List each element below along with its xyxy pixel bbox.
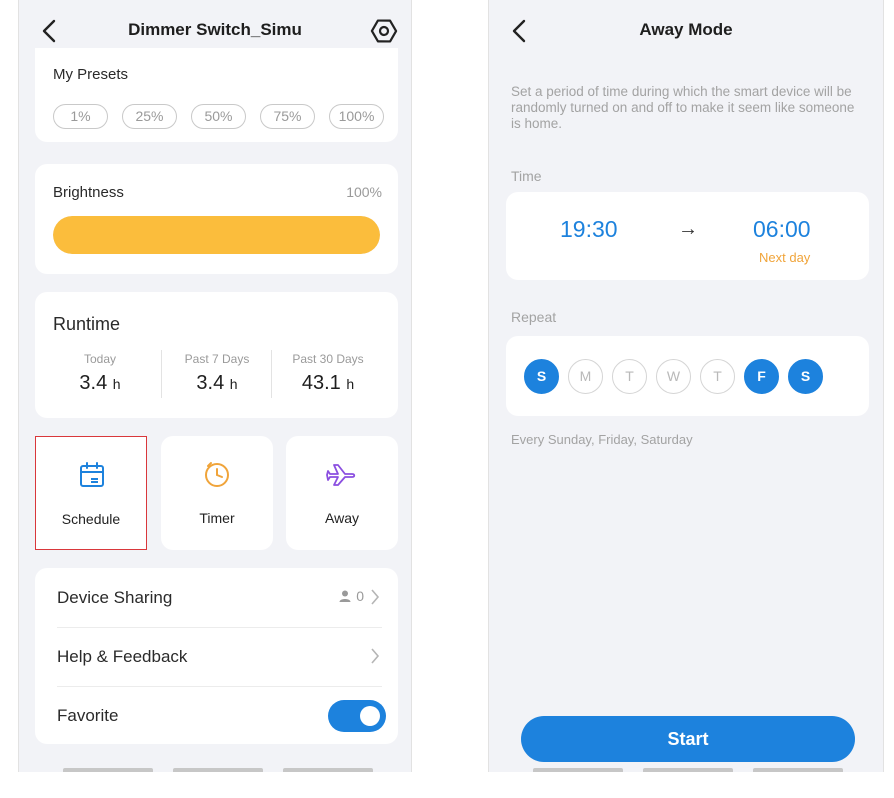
day-sunday[interactable]: S [524, 359, 559, 394]
stat-value: 3.4 h [162, 372, 272, 395]
chevron-right-icon [371, 589, 380, 605]
device-sharing-label: Device Sharing [57, 588, 173, 607]
timer-tile[interactable]: Timer [161, 436, 273, 550]
schedule-tile[interactable]: Schedule [35, 436, 147, 550]
repeat-label: Repeat [511, 309, 557, 325]
time-card: 19:30 → 06:00 Next day [506, 192, 869, 280]
away-description: Set a period of time during which the sm… [511, 84, 855, 131]
stat-unit: h [112, 376, 121, 392]
stat-label: Past 30 Days [292, 352, 364, 366]
stat-label: Past 7 Days [184, 352, 250, 366]
stat-today: Today 3.4 h [45, 352, 155, 395]
bottom-tab-indicator [643, 768, 733, 772]
repeat-card: S M T W T F S [506, 336, 869, 416]
arrow-icon: → [678, 218, 698, 240]
next-day-note: Next day [759, 250, 811, 265]
brightness-fill [53, 216, 380, 254]
device-screen: Dimmer Switch_Simu My Presets 1% 25% 50%… [18, 0, 412, 772]
day-monday[interactable]: M [568, 359, 603, 394]
stat-past-30-days: Past 30 Days 43.1 h [273, 352, 383, 395]
timer-label: Timer [199, 510, 235, 526]
day-friday[interactable]: F [744, 359, 779, 394]
airplane-icon [326, 464, 356, 486]
stat-unit: h [346, 376, 355, 392]
brightness-slider[interactable] [53, 216, 380, 254]
person-icon [339, 590, 351, 602]
brightness-card: Brightness 100% [35, 164, 398, 274]
settings-menu: Device Sharing 0 Help & Feedback Favorit… [35, 568, 398, 744]
bottom-tab-indicator [283, 768, 373, 772]
bottom-tab-indicator [753, 768, 843, 772]
presets-row: 1% 25% 50% 75% 100% [53, 104, 384, 129]
favorite-label: Favorite [57, 706, 119, 725]
day-wednesday[interactable]: W [656, 359, 691, 394]
brightness-label: Brightness [53, 184, 124, 201]
chevron-right-icon [371, 648, 380, 664]
preset-50[interactable]: 50% [191, 104, 246, 129]
device-sharing-row[interactable]: Device Sharing 0 [35, 568, 398, 627]
start-time[interactable]: 19:30 [560, 216, 618, 243]
day-thursday[interactable]: T [700, 359, 735, 394]
share-count: 0 [338, 588, 364, 604]
page-title: Away Mode [639, 20, 733, 39]
stat-number: 3.4 [79, 372, 108, 394]
day-saturday[interactable]: S [788, 359, 823, 394]
preset-25[interactable]: 25% [122, 104, 177, 129]
end-time[interactable]: 06:00 [753, 216, 811, 243]
hexagon-settings-icon [370, 19, 398, 43]
runtime-card: Runtime Today 3.4 h Past 7 Days 3.4 h Pa… [35, 292, 398, 418]
schedule-label: Schedule [61, 511, 121, 527]
presets-label: My Presets [53, 66, 129, 83]
start-button[interactable]: Start [521, 716, 855, 762]
brightness-value: 100% [346, 184, 382, 200]
calendar-icon [80, 462, 104, 487]
days-row: S M T W T F S [524, 359, 823, 394]
page-title: Dimmer Switch_Simu [128, 20, 302, 39]
stat-unit: h [229, 376, 238, 392]
settings-button[interactable] [369, 16, 399, 46]
toggle-knob [360, 706, 380, 726]
preset-75[interactable]: 75% [260, 104, 315, 129]
stat-value: 43.1 h [273, 372, 383, 395]
away-label: Away [325, 510, 359, 526]
preset-100[interactable]: 100% [329, 104, 384, 129]
bottom-tab-indicator [533, 768, 623, 772]
divider [271, 350, 272, 398]
preset-1[interactable]: 1% [53, 104, 108, 129]
presets-card: My Presets 1% 25% 50% 75% 100% [35, 48, 398, 142]
stat-number: 43.1 [301, 372, 341, 394]
nav-bar: Away Mode [489, 0, 883, 62]
clock-icon [205, 462, 229, 487]
repeat-summary: Every Sunday, Friday, Saturday [511, 432, 693, 447]
time-label: Time [511, 168, 542, 184]
share-count-value: 0 [356, 588, 364, 604]
away-mode-screen: Away Mode Set a period of time during wh… [488, 0, 884, 772]
stat-number: 3.4 [196, 372, 225, 394]
stat-label: Today [83, 352, 117, 366]
favorite-toggle[interactable] [328, 700, 386, 732]
stat-past-7-days: Past 7 Days 3.4 h [162, 352, 272, 395]
stat-value: 3.4 h [45, 372, 155, 395]
away-tile[interactable]: Away [286, 436, 398, 550]
bottom-tab-indicator [173, 768, 263, 772]
help-feedback-label: Help & Feedback [57, 647, 188, 666]
help-feedback-row[interactable]: Help & Feedback [35, 627, 398, 686]
bottom-tab-indicator [63, 768, 153, 772]
runtime-label: Runtime [53, 314, 121, 334]
day-tuesday[interactable]: T [612, 359, 647, 394]
